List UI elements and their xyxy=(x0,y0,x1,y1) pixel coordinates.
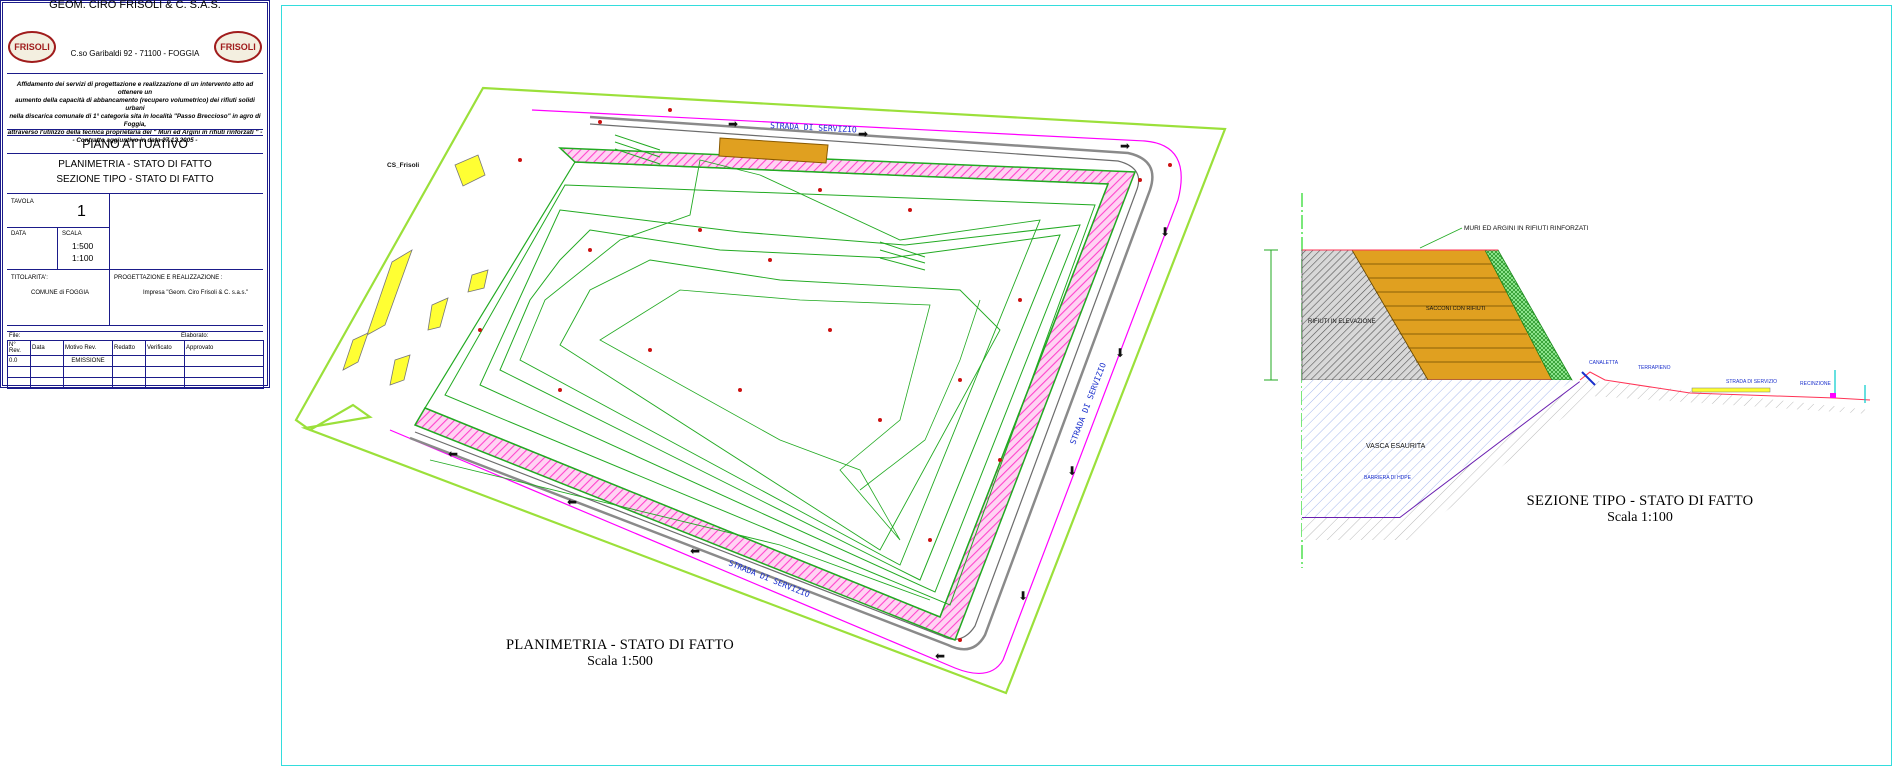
arrow-icon: ⬅ xyxy=(567,495,577,509)
arrow-icon: ⬅ xyxy=(935,649,945,663)
label-terrapieno: TERRAPIENO xyxy=(1638,365,1671,371)
survey-point xyxy=(828,328,832,332)
survey-point xyxy=(558,388,562,392)
label-muri: MURI ED ARGINI IN RIFIUTI RINFORZATI xyxy=(1464,225,1589,232)
arrow-icon: ⬇ xyxy=(1018,589,1028,603)
section-caption: SEZIONE TIPO - STATO DI FATTO Scala 1:10… xyxy=(1500,493,1780,526)
label-vasca: VASCA ESAURITA xyxy=(1366,443,1426,450)
survey-point xyxy=(598,120,602,124)
cs-label: CS_Frisoli xyxy=(387,162,419,169)
plan-caption-scale: Scala 1:500 xyxy=(587,654,653,669)
label-canaletta: CANALETTA xyxy=(1589,360,1619,366)
road-label-right: STRADA DI SERVIZIO xyxy=(1068,361,1108,445)
arrow-icon: ➡ xyxy=(728,117,738,131)
label-sacconi: SACCONI CON RIFIUTI xyxy=(1426,306,1486,312)
survey-point xyxy=(738,388,742,392)
label-rifiuti: RIFIUTI IN ELEVAZIONE xyxy=(1308,319,1376,325)
leader-line xyxy=(1419,227,1463,249)
survey-point xyxy=(1138,178,1142,182)
survey-point xyxy=(698,228,702,232)
survey-point xyxy=(478,328,482,332)
yellow-feature xyxy=(427,297,449,331)
arrow-icon: ⬅ xyxy=(690,544,700,558)
survey-point xyxy=(878,418,882,422)
road-section xyxy=(1691,387,1771,393)
survey-point xyxy=(958,378,962,382)
survey-point xyxy=(818,188,822,192)
plan-caption-title: PLANIMETRIA - STATO DI FATTO xyxy=(506,637,734,653)
plan-drawing: ➡ ➡ ➡ ⬇ ⬇ ⬇ ⬇ ⬅ ⬅ ⬅ ⬅ STRADA DI SERVIZIO… xyxy=(294,86,1871,695)
contour-line xyxy=(519,159,1041,566)
plan-caption: PLANIMETRIA - STATO DI FATTO Scala 1:500 xyxy=(480,637,760,670)
arrow-icon: ➡ xyxy=(858,127,868,141)
survey-point xyxy=(1018,298,1022,302)
yellow-feature xyxy=(389,354,411,386)
fence-marker xyxy=(1830,393,1836,398)
label-barriera: BARRIERA DI HDPE xyxy=(1364,475,1412,481)
survey-point xyxy=(998,458,1002,462)
survey-point xyxy=(648,348,652,352)
label-recinzione: RECINZIONE xyxy=(1800,381,1832,387)
yellow-feature xyxy=(366,249,413,336)
arrow-icon: ➡ xyxy=(1120,139,1130,153)
section-caption-scale: Scala 1:100 xyxy=(1607,510,1673,525)
yellow-feature xyxy=(342,332,369,371)
section-caption-title: SEZIONE TIPO - STATO DI FATTO xyxy=(1526,493,1754,509)
yellow-feature xyxy=(467,269,489,293)
survey-point xyxy=(958,638,962,642)
survey-point xyxy=(668,108,672,112)
contour-line xyxy=(859,299,981,491)
arrow-icon: ⬇ xyxy=(1160,225,1170,239)
arrow-icon: ⬇ xyxy=(1115,346,1125,360)
survey-point xyxy=(928,538,932,542)
survey-point xyxy=(518,158,522,162)
yellow-feature xyxy=(454,154,486,187)
arrow-icon: ⬇ xyxy=(1067,464,1077,478)
survey-point xyxy=(908,208,912,212)
label-strada: STRADA DI SERVIZIO xyxy=(1726,379,1777,385)
survey-point xyxy=(768,258,772,262)
arrow-icon: ⬅ xyxy=(448,447,458,461)
survey-point xyxy=(1168,163,1172,167)
survey-point xyxy=(588,248,592,252)
